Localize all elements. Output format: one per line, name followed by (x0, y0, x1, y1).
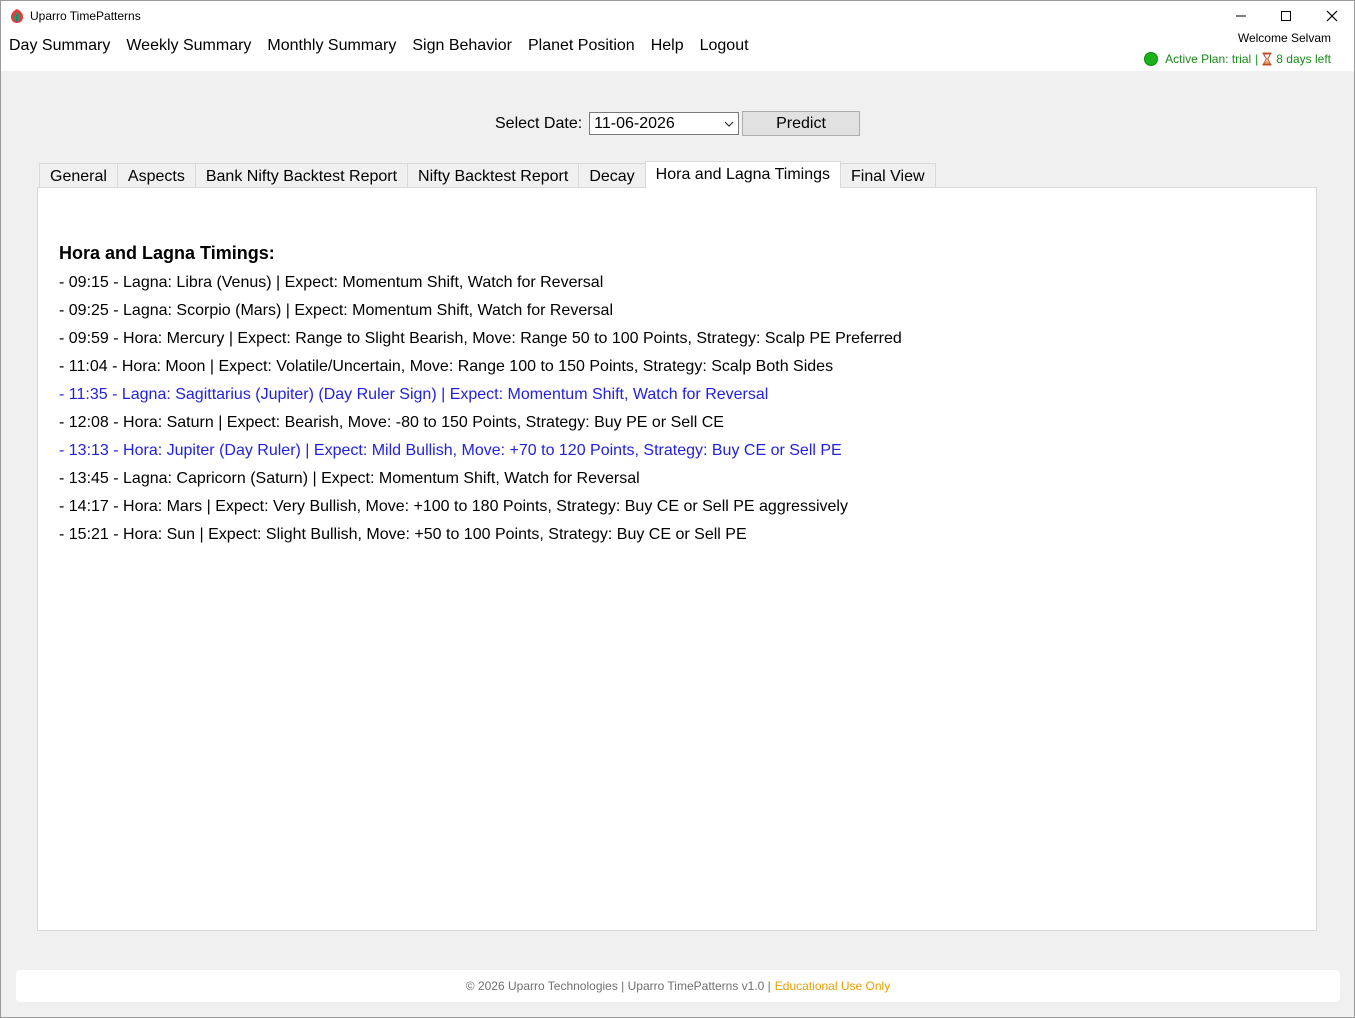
timing-line: - 12:08 - Hora: Saturn | Expect: Bearish… (59, 414, 724, 431)
date-selector: Select Date: 11-06-2026 (495, 111, 740, 136)
date-dropdown[interactable]: 11-06-2026 (589, 112, 740, 135)
tab-aspects[interactable]: Aspects (116, 163, 196, 188)
menu-day-summary[interactable]: Day Summary (1, 34, 118, 58)
chevron-down-icon (724, 121, 734, 127)
maximize-button[interactable] (1263, 1, 1309, 31)
timing-line-highlighted: - 11:35 - Lagna: Sagittarius (Jupiter) (… (59, 386, 769, 403)
timings-list: - 09:15 - Lagna: Libra (Venus) | Expect:… (59, 272, 902, 552)
menu-planet-position[interactable]: Planet Position (520, 34, 643, 58)
predict-button[interactable]: Predict (742, 111, 860, 136)
status-dot-icon (1144, 52, 1159, 66)
menu-weekly-summary[interactable]: Weekly Summary (118, 34, 259, 58)
title-bar: Uparro TimePatterns (1, 1, 1354, 31)
minimize-button[interactable] (1218, 1, 1264, 31)
timing-line: - 15:21 - Hora: Sun | Expect: Slight Bul… (59, 526, 747, 543)
tab-nifty-backtest[interactable]: Nifty Backtest Report (407, 163, 580, 188)
app-logo-icon (11, 9, 23, 23)
menu-bar: Day Summary Weekly Summary Monthly Summa… (1, 34, 757, 58)
footer-edu-notice: Educational Use Only (774, 979, 891, 993)
timing-line: - 09:59 - Hora: Mercury | Expect: Range … (59, 330, 902, 347)
tab-general[interactable]: General (39, 163, 118, 188)
tab-bar: General Aspects Bank Nifty Backtest Repo… (39, 161, 936, 188)
timing-line: - 13:45 - Lagna: Capricorn (Saturn) | Ex… (59, 470, 640, 487)
date-label: Select Date: (495, 114, 583, 132)
days-left: 8 days left (1276, 52, 1331, 66)
close-button[interactable] (1309, 1, 1355, 31)
timing-line-highlighted: - 13:13 - Hora: Jupiter (Day Ruler) | Ex… (59, 442, 842, 459)
maximize-icon (1281, 11, 1291, 21)
footer: © 2026 Uparro Technologies | Uparro Time… (16, 970, 1340, 1002)
plan-label: Active Plan: trial (1165, 52, 1252, 66)
welcome-text: Welcome Selvam (1237, 31, 1331, 45)
date-value: 11-06-2026 (594, 114, 675, 132)
footer-copyright: © 2026 Uparro Technologies | Uparro Time… (465, 979, 771, 993)
window-title: Uparro TimePatterns (30, 9, 141, 23)
plan-separator: | (1255, 52, 1259, 66)
menu-monthly-summary[interactable]: Monthly Summary (259, 34, 404, 58)
timing-line: - 09:15 - Lagna: Libra (Venus) | Expect:… (59, 274, 604, 291)
timing-line: - 14:17 - Hora: Mars | Expect: Very Bull… (59, 498, 848, 515)
tab-hora-lagna[interactable]: Hora and Lagna Timings (644, 161, 841, 188)
minimize-icon (1236, 15, 1246, 17)
tab-bank-nifty-backtest[interactable]: Bank Nifty Backtest Report (194, 163, 409, 188)
menu-help[interactable]: Help (643, 34, 692, 58)
menu-logout[interactable]: Logout (692, 34, 757, 58)
app-window: Uparro TimePatterns Day Summary Weekly S… (0, 0, 1355, 1018)
plan-status: Active Plan: trial | 8 days left (1144, 52, 1331, 66)
timing-line: - 09:25 - Lagna: Scorpio (Mars) | Expect… (59, 302, 613, 319)
close-icon (1326, 10, 1338, 22)
tab-final-view[interactable]: Final View (840, 163, 936, 188)
tab-content-panel: Hora and Lagna Timings: - 09:15 - Lagna:… (37, 187, 1317, 931)
tab-decay[interactable]: Decay (578, 163, 646, 188)
timing-line: - 11:04 - Hora: Moon | Expect: Volatile/… (59, 358, 834, 375)
menu-sign-behavior[interactable]: Sign Behavior (404, 34, 520, 58)
section-heading: Hora and Lagna Timings: (59, 243, 275, 263)
hourglass-icon (1262, 52, 1272, 66)
top-bar: Uparro TimePatterns Day Summary Weekly S… (1, 1, 1354, 71)
